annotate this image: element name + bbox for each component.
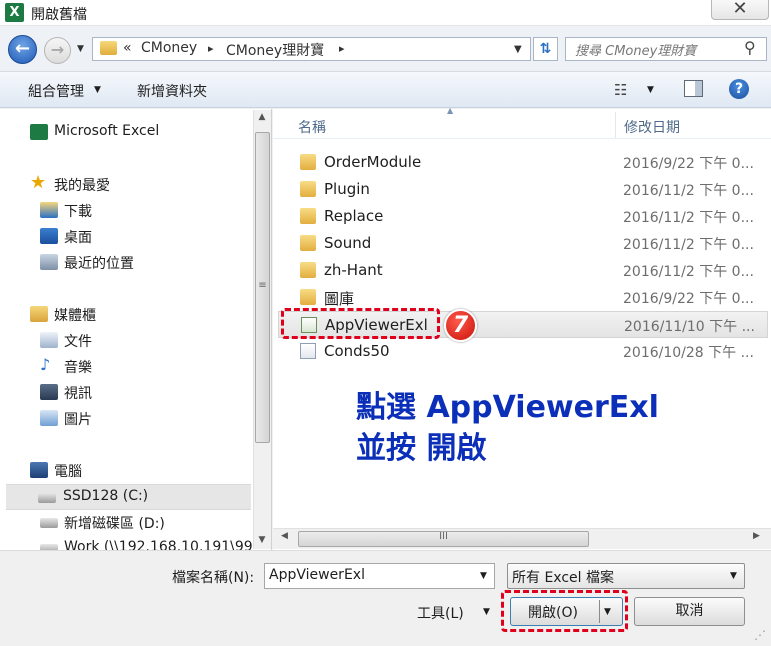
history-dropdown-icon[interactable]: ▼: [77, 44, 84, 54]
computer-icon: [30, 462, 48, 478]
highlight-file-annotation: [281, 308, 440, 339]
organize-button[interactable]: 組合管理: [28, 81, 84, 101]
star-icon: ★: [30, 172, 47, 193]
download-icon: [40, 202, 58, 218]
toolbar: [0, 71, 771, 108]
sidebar-item-drive-c[interactable]: SSD128 (C:): [6, 484, 251, 510]
excel-app-icon: X: [5, 3, 24, 22]
column-header: [273, 109, 771, 139]
back-button[interactable]: ←: [8, 35, 37, 64]
pictures-icon: [40, 410, 58, 426]
filename-value: AppViewerExl: [269, 567, 365, 583]
scroll-left-icon[interactable]: ◀: [281, 531, 288, 541]
drive-icon: [40, 518, 58, 528]
column-name-header[interactable]: 名稱: [298, 117, 326, 137]
excel-icon: [30, 124, 48, 140]
close-button[interactable]: ✕: [711, 0, 769, 20]
sidebar-item-videos[interactable]: 視訊: [0, 380, 252, 406]
breadcrumb-cmoney-wealth[interactable]: CMoney理財寶: [226, 40, 324, 60]
column-divider[interactable]: [615, 112, 616, 138]
file-row-conds50[interactable]: Conds50 2016/10/28 下午 ...: [278, 338, 768, 365]
filename-label: 檔案名稱(N):: [172, 570, 255, 586]
cancel-button[interactable]: 取消: [634, 597, 745, 626]
file-row-replace[interactable]: Replace 2016/11/2 下午 0...: [278, 203, 768, 230]
resize-grip-icon[interactable]: ⋰: [754, 628, 766, 642]
folder-icon: [300, 154, 316, 170]
tools-button[interactable]: 工具(L): [417, 603, 464, 623]
music-icon: ♪: [40, 355, 51, 374]
sort-ascending-icon: ▲: [447, 106, 454, 115]
new-folder-button[interactable]: 新增資料夾: [137, 81, 207, 101]
filename-dropdown-icon[interactable]: ▼: [480, 571, 487, 581]
library-icon: [30, 306, 48, 322]
sidebar-item-computer[interactable]: 電腦: [0, 458, 252, 484]
search-icon[interactable]: ⚲: [744, 38, 756, 57]
search-placeholder: 搜尋 CMoney理財寶: [575, 44, 697, 59]
sidebar-item-network-drive[interactable]: Work (\\192.168.10.191\99: [0, 536, 252, 550]
sidebar-item-favorites[interactable]: ★ 我的最愛: [0, 172, 252, 198]
breadcrumb-overflow[interactable]: «: [123, 40, 132, 56]
folder-icon: [300, 181, 316, 197]
highlight-open-annotation: [501, 590, 628, 632]
column-date-header[interactable]: 修改日期: [624, 117, 680, 137]
folder-icon: [100, 41, 117, 55]
folder-icon: [300, 289, 316, 305]
file-row-zh-hant[interactable]: zh-Hant 2016/11/2 下午 0...: [278, 257, 768, 284]
folder-icon: [300, 262, 316, 278]
step-badge: 7: [444, 309, 477, 342]
breadcrumb-separator-icon[interactable]: ▸: [339, 42, 345, 55]
title-bar: [0, 0, 771, 26]
sidebar-item-recent-places[interactable]: 最近的位置: [0, 250, 252, 276]
recent-icon: [40, 254, 58, 270]
drive-icon: [38, 493, 56, 503]
scroll-grip-icon: ≡: [258, 280, 267, 291]
file-type-dropdown-icon[interactable]: ▼: [730, 571, 737, 581]
scroll-up-icon[interactable]: ▲: [253, 112, 271, 122]
tools-dropdown-icon[interactable]: ▼: [483, 607, 490, 617]
organize-dropdown-icon[interactable]: ▼: [94, 85, 101, 95]
breadcrumb-separator-icon[interactable]: ▸: [208, 42, 214, 55]
file-row-sound[interactable]: Sound 2016/11/2 下午 0...: [278, 230, 768, 257]
preview-pane-icon[interactable]: [684, 80, 703, 97]
scroll-right-icon[interactable]: ▶: [753, 531, 760, 541]
video-icon: [40, 384, 58, 400]
address-dropdown-icon[interactable]: ▼: [514, 44, 522, 55]
file-type-value: 所有 Excel 檔案: [512, 570, 614, 586]
forward-button[interactable]: →: [44, 37, 71, 64]
sidebar-item-microsoft-excel[interactable]: Microsoft Excel: [0, 120, 252, 146]
scroll-grip-icon: III: [439, 531, 448, 542]
instruction-line-1: 點選 AppViewerExl: [356, 390, 659, 425]
folder-icon: [300, 208, 316, 224]
sidebar-item-downloads[interactable]: 下載: [0, 198, 252, 224]
documents-icon: [40, 332, 58, 348]
desktop-icon: [40, 228, 58, 244]
file-icon: [300, 343, 316, 359]
file-row-ordermodule[interactable]: OrderModule 2016/9/22 下午 0...: [278, 149, 768, 176]
sidebar-item-music[interactable]: ♪ 音樂: [0, 354, 252, 380]
sidebar-item-libraries[interactable]: 媒體櫃: [0, 302, 252, 328]
sidebar-item-documents[interactable]: 文件: [0, 328, 252, 354]
refresh-button[interactable]: ⇅: [533, 37, 558, 61]
sidebar-item-drive-d[interactable]: 新增磁碟區 (D:): [0, 510, 252, 536]
folder-icon: [300, 235, 316, 251]
instruction-line-2: 並按 開啟: [356, 431, 487, 466]
window-title: 開啟舊檔: [31, 7, 87, 23]
file-row-plugin[interactable]: Plugin 2016/11/2 下午 0...: [278, 176, 768, 203]
breadcrumb-cmoney[interactable]: CMoney: [141, 40, 197, 56]
sidebar-item-desktop[interactable]: 桌面: [0, 224, 252, 250]
scroll-down-icon[interactable]: ▼: [253, 535, 271, 545]
sidebar-item-pictures[interactable]: 圖片: [0, 406, 252, 432]
change-view-icon[interactable]: ☷: [614, 81, 627, 99]
help-icon[interactable]: ?: [729, 79, 749, 99]
view-dropdown-icon[interactable]: ▼: [647, 85, 654, 95]
file-row-gallery[interactable]: 圖庫 2016/9/22 下午 0...: [278, 284, 768, 311]
